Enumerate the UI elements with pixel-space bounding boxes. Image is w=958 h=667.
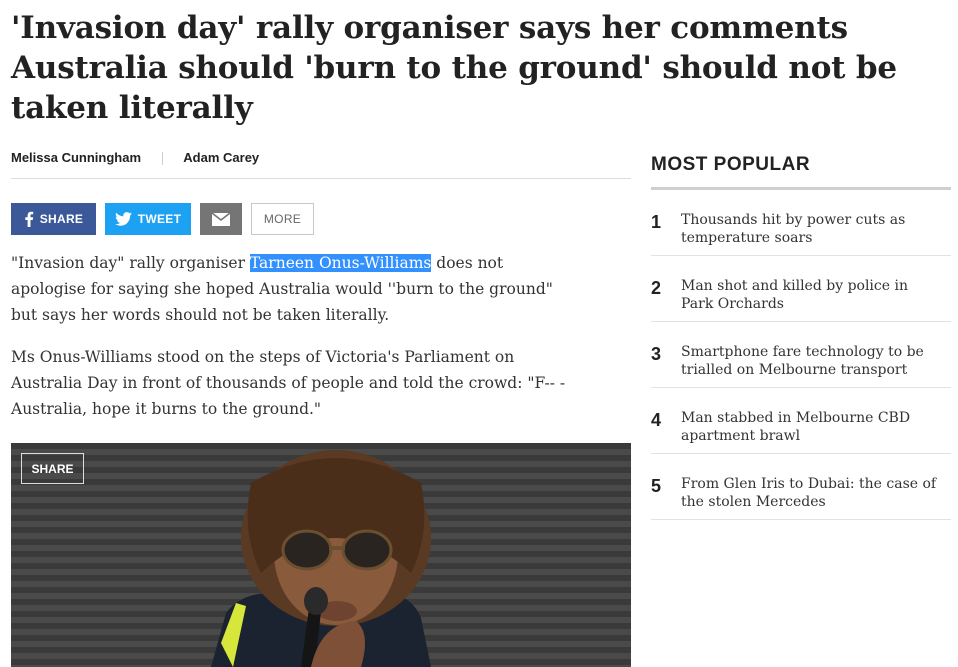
author-link[interactable]: Melissa Cunningham <box>11 150 141 165</box>
most-popular-item[interactable]: 2 Man shot and killed by police in Park … <box>651 256 951 322</box>
most-popular-item[interactable]: 3 Smartphone fare technology to be trial… <box>651 322 951 388</box>
twitter-tweet-button[interactable]: TWEET <box>105 203 191 235</box>
facebook-share-label: SHARE <box>39 212 84 226</box>
photo-share-button[interactable]: SHARE <box>21 453 84 484</box>
paragraph-text: "Invasion day" rally organiser <box>11 254 250 272</box>
most-popular-item[interactable]: 4 Man stabbed in Melbourne CBD apartment… <box>651 388 951 454</box>
most-popular-link[interactable]: Thousands hit by power cuts as temperatu… <box>681 211 943 247</box>
envelope-icon <box>212 212 230 226</box>
article-paragraph: "Invasion day" rally organiser Tarneen O… <box>11 250 581 328</box>
most-popular-link[interactable]: From Glen Iris to Dubai: the case of the… <box>681 475 943 511</box>
email-share-button[interactable] <box>200 203 242 235</box>
rank-number: 5 <box>651 476 662 496</box>
speaker-figure-image <box>211 450 431 667</box>
twitter-icon <box>114 212 132 226</box>
most-popular-heading: MOST POPULAR <box>651 154 811 175</box>
facebook-icon <box>25 211 33 227</box>
byline-divider <box>161 152 163 165</box>
most-popular-list: 1 Thousands hit by power cuts as tempera… <box>651 190 951 520</box>
rank-number: 1 <box>651 212 662 232</box>
most-popular-link[interactable]: Man shot and killed by police in Park Or… <box>681 277 943 313</box>
rank-number: 3 <box>651 344 662 364</box>
highlighted-text[interactable]: Tarneen Onus-Williams <box>249 254 432 272</box>
twitter-tweet-label: TWEET <box>137 212 182 226</box>
rank-number: 2 <box>651 278 662 298</box>
most-popular-link[interactable]: Smartphone fare technology to be trialle… <box>681 343 943 379</box>
most-popular-link[interactable]: Man stabbed in Melbourne CBD apartment b… <box>681 409 943 445</box>
article-headline: 'Invasion day' rally organiser says her … <box>11 10 897 126</box>
author-link[interactable]: Adam Carey <box>183 150 259 165</box>
more-share-button[interactable]: MORE <box>251 203 314 235</box>
rank-number: 4 <box>651 410 662 430</box>
facebook-share-button[interactable]: SHARE <box>11 203 96 235</box>
byline: Melissa Cunningham Adam Carey <box>11 150 631 179</box>
article-photo[interactable]: SHARE <box>11 443 631 667</box>
most-popular-item[interactable]: 5 From Glen Iris to Dubai: the case of t… <box>651 454 951 520</box>
share-toolbar: SHARE TWEET MORE <box>11 203 314 235</box>
article-paragraph: Ms Onus-Williams stood on the steps of V… <box>11 348 566 418</box>
most-popular-item[interactable]: 1 Thousands hit by power cuts as tempera… <box>651 190 951 256</box>
